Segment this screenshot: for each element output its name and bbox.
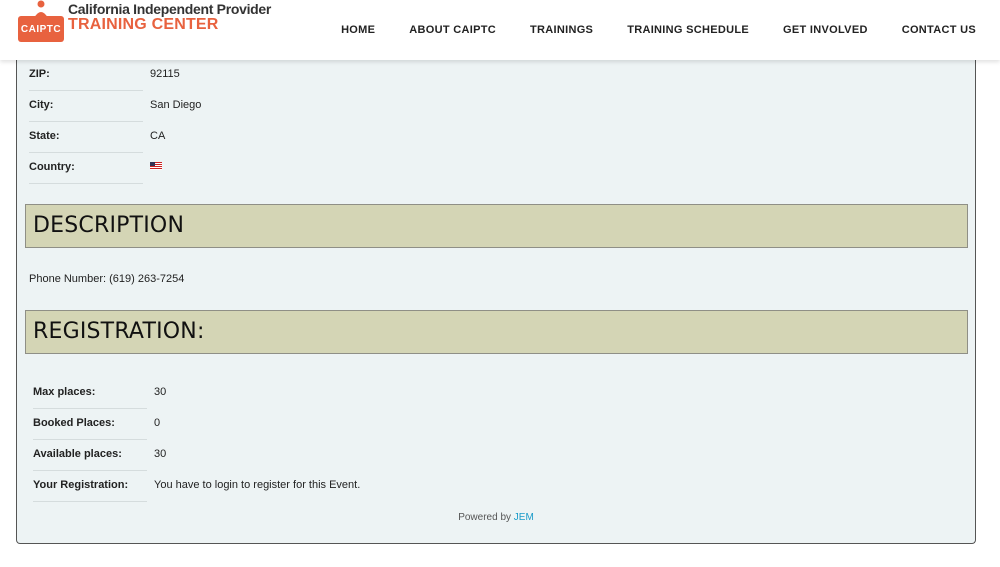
logo-line1: California Independent Provider: [68, 1, 272, 17]
state-row: State: CA: [29, 128, 329, 158]
nav-about[interactable]: ABOUT CAIPTC: [409, 24, 496, 36]
description-heading: DESCRIPTION: [33, 213, 185, 238]
registration-section-header: REGISTRATION:: [25, 310, 968, 354]
us-flag-icon: [150, 162, 162, 170]
nav-trainings[interactable]: TRAININGS: [530, 24, 593, 36]
zip-row: ZIP: 92115: [29, 66, 329, 96]
city-value: San Diego: [150, 99, 202, 111]
event-details-panel: ZIP: 92115 City: San Diego State: CA Cou…: [16, 52, 976, 544]
max-places-label: Max places:: [33, 384, 147, 409]
your-registration-row: Your Registration: You have to login to …: [33, 477, 533, 507]
state-value: CA: [150, 130, 166, 142]
your-registration-value: You have to login to register for this E…: [154, 479, 361, 491]
state-label: State:: [29, 128, 143, 153]
powered-by: Powered by JEM: [17, 512, 975, 523]
city-row: City: San Diego: [29, 97, 329, 127]
available-places-label: Available places:: [33, 446, 147, 471]
nav-home[interactable]: HOME: [341, 24, 375, 36]
powered-by-text: Powered by: [458, 512, 512, 523]
max-places-row: Max places: 30: [33, 384, 433, 414]
logo-badge: CAIPTC: [18, 16, 64, 42]
nav-training-schedule[interactable]: TRAINING SCHEDULE: [627, 24, 749, 36]
description-section-header: DESCRIPTION: [25, 204, 968, 248]
booked-places-label: Booked Places:: [33, 415, 147, 440]
main-nav: HOME ABOUT CAIPTC TRAININGS TRAINING SCH…: [307, 24, 976, 36]
site-logo[interactable]: CAIPTC California Independent Provider T…: [18, 0, 271, 48]
jem-link[interactable]: JEM: [514, 512, 534, 523]
description-text: Phone Number: (619) 263-7254: [29, 273, 185, 285]
country-row: Country:: [29, 159, 329, 189]
max-places-value: 30: [154, 386, 167, 398]
your-registration-label: Your Registration:: [33, 477, 147, 502]
booked-places-value: 0: [154, 417, 161, 429]
country-label: Country:: [29, 159, 143, 184]
city-label: City:: [29, 97, 143, 122]
nav-get-involved[interactable]: GET INVOLVED: [783, 24, 868, 36]
registration-heading: REGISTRATION:: [33, 319, 205, 344]
nav-contact-us[interactable]: CONTACT US: [902, 24, 976, 36]
available-places-value: 30: [154, 448, 167, 460]
booked-places-row: Booked Places: 0: [33, 415, 433, 445]
zip-label: ZIP:: [29, 66, 143, 91]
site-header: CAIPTC California Independent Provider T…: [0, 0, 1000, 60]
available-places-row: Available places: 30: [33, 446, 433, 476]
logo-line2: TRAINING CENTER: [68, 16, 219, 33]
zip-value: 92115: [150, 68, 180, 80]
